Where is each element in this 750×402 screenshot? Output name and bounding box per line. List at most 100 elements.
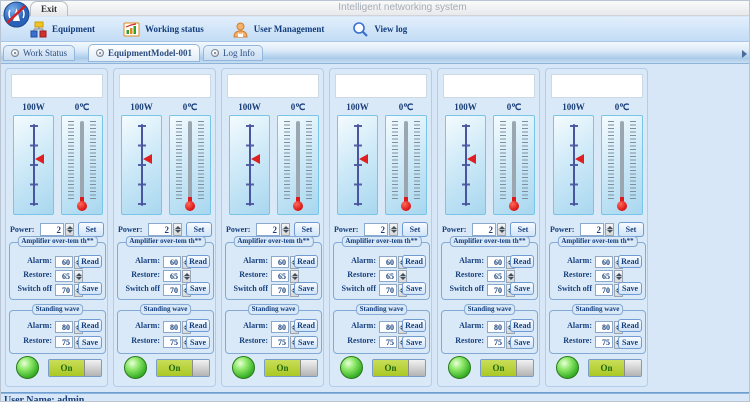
sw-read-button[interactable]: Read bbox=[294, 319, 318, 332]
sw-alarm-input[interactable] bbox=[379, 321, 397, 333]
sw-restore-input[interactable] bbox=[379, 336, 397, 348]
power-toggle[interactable]: On bbox=[372, 359, 426, 377]
toolbar-item-working-status[interactable]: Working status bbox=[123, 21, 204, 38]
tab-work-status[interactable]: Work Status bbox=[3, 45, 75, 61]
toolbar-item-equipment[interactable]: Equipment bbox=[30, 21, 95, 38]
amp-restore-input[interactable] bbox=[379, 270, 397, 282]
set-button[interactable]: Set bbox=[78, 222, 104, 237]
amp-save-button[interactable]: Save bbox=[294, 282, 318, 295]
sw-restore-input[interactable] bbox=[595, 336, 613, 348]
power-toggle[interactable]: On bbox=[48, 359, 102, 377]
readout-display-box bbox=[119, 74, 211, 98]
amp-switchoff-input[interactable] bbox=[271, 284, 289, 296]
equipment-panel: 100W 0℃ Power: Set Amplifier over-tem th… bbox=[545, 68, 648, 387]
amp-save-button[interactable]: Save bbox=[510, 282, 534, 295]
toggle-knob[interactable] bbox=[192, 360, 209, 376]
toggle-knob[interactable] bbox=[516, 360, 533, 376]
amp-alarm-input[interactable] bbox=[271, 256, 289, 268]
set-button[interactable]: Set bbox=[186, 222, 212, 237]
sw-read-button[interactable]: Read bbox=[402, 319, 426, 332]
amp-restore-input[interactable] bbox=[595, 270, 613, 282]
power-toggle[interactable]: On bbox=[156, 359, 210, 377]
amp-restore-input[interactable] bbox=[163, 270, 181, 282]
sw-save-button[interactable]: Save bbox=[186, 336, 210, 349]
sw-alarm-input[interactable] bbox=[595, 321, 613, 333]
amp-save-button[interactable]: Save bbox=[402, 282, 426, 295]
sw-save-button[interactable]: Save bbox=[618, 336, 642, 349]
amp-read-button[interactable]: Read bbox=[402, 255, 426, 268]
amp-save-button[interactable]: Save bbox=[186, 282, 210, 295]
power-spinner[interactable] bbox=[173, 223, 182, 236]
tab-equipment-model-001[interactable]: EquipmentModel-001 bbox=[88, 44, 200, 62]
sw-read-button[interactable]: Read bbox=[510, 319, 534, 332]
sw-restore-input[interactable] bbox=[487, 336, 505, 348]
thermometer-ticks-right bbox=[306, 121, 312, 201]
sw-restore-input[interactable] bbox=[55, 336, 73, 348]
set-button[interactable]: Set bbox=[510, 222, 536, 237]
amp-alarm-input[interactable] bbox=[487, 256, 505, 268]
power-gauge-track bbox=[465, 124, 467, 206]
power-input[interactable] bbox=[364, 223, 388, 236]
power-spinner[interactable] bbox=[497, 223, 506, 236]
set-button[interactable]: Set bbox=[402, 222, 428, 237]
set-button[interactable]: Set bbox=[294, 222, 320, 237]
power-toggle[interactable]: On bbox=[264, 359, 318, 377]
amp-alarm-input[interactable] bbox=[379, 256, 397, 268]
amp-read-button[interactable]: Read bbox=[618, 255, 642, 268]
power-spinner[interactable] bbox=[389, 223, 398, 236]
sw-read-button[interactable]: Read bbox=[618, 319, 642, 332]
sw-alarm-input[interactable] bbox=[55, 321, 73, 333]
amp-save-button[interactable]: Save bbox=[78, 282, 102, 295]
tab-log-info[interactable]: Log Info bbox=[203, 45, 263, 61]
amp-alarm-input[interactable] bbox=[595, 256, 613, 268]
toolbar-item-view-log[interactable]: View log bbox=[352, 21, 407, 38]
sw-restore-input[interactable] bbox=[163, 336, 181, 348]
toolbar-item-user-management[interactable]: User Management bbox=[232, 21, 325, 38]
amp-restore-input[interactable] bbox=[271, 270, 289, 282]
toggle-knob[interactable] bbox=[624, 360, 641, 376]
toggle-knob[interactable] bbox=[84, 360, 101, 376]
toolbar-label-working-status: Working status bbox=[145, 24, 204, 34]
tab-scroll-arrow-icon[interactable] bbox=[742, 50, 747, 58]
set-button[interactable]: Set bbox=[618, 222, 644, 237]
amp-restore-input[interactable] bbox=[487, 270, 505, 282]
power-input[interactable] bbox=[256, 223, 280, 236]
power-input[interactable] bbox=[40, 223, 64, 236]
power-input[interactable] bbox=[148, 223, 172, 236]
sw-restore-input[interactable] bbox=[271, 336, 289, 348]
toggle-knob[interactable] bbox=[300, 360, 317, 376]
sw-alarm-input[interactable] bbox=[163, 321, 181, 333]
amp-switchoff-input[interactable] bbox=[55, 284, 73, 296]
sw-read-button[interactable]: Read bbox=[186, 319, 210, 332]
sw-save-button[interactable]: Save bbox=[294, 336, 318, 349]
sw-save-button[interactable]: Save bbox=[78, 336, 102, 349]
tab-bar: Work Status EquipmentModel-001 Log Info bbox=[0, 42, 750, 64]
amp-read-button[interactable]: Read bbox=[186, 255, 210, 268]
sw-alarm-input[interactable] bbox=[487, 321, 505, 333]
power-spinner[interactable] bbox=[65, 223, 74, 236]
power-toggle[interactable]: On bbox=[588, 359, 642, 377]
sw-save-button[interactable]: Save bbox=[510, 336, 534, 349]
amp-save-button[interactable]: Save bbox=[618, 282, 642, 295]
amp-read-button[interactable]: Read bbox=[294, 255, 318, 268]
toggle-knob[interactable] bbox=[408, 360, 425, 376]
amp-alarm-input[interactable] bbox=[55, 256, 73, 268]
power-spinner[interactable] bbox=[605, 223, 614, 236]
exit-button[interactable]: Exit bbox=[30, 1, 68, 16]
sw-alarm-input[interactable] bbox=[271, 321, 289, 333]
amp-read-button[interactable]: Read bbox=[510, 255, 534, 268]
amp-switchoff-input[interactable] bbox=[163, 284, 181, 296]
power-spinner[interactable] bbox=[281, 223, 290, 236]
power-toggle[interactable]: On bbox=[480, 359, 534, 377]
amp-alarm-input[interactable] bbox=[163, 256, 181, 268]
amp-restore-input[interactable] bbox=[55, 270, 73, 282]
power-input[interactable] bbox=[580, 223, 604, 236]
amp-switchoff-input[interactable] bbox=[487, 284, 505, 296]
power-setting-row: Power: Set bbox=[330, 222, 433, 237]
amp-switchoff-input[interactable] bbox=[379, 284, 397, 296]
sw-save-button[interactable]: Save bbox=[402, 336, 426, 349]
power-input[interactable] bbox=[472, 223, 496, 236]
sw-read-button[interactable]: Read bbox=[78, 319, 102, 332]
amp-read-button[interactable]: Read bbox=[78, 255, 102, 268]
amp-switchoff-input[interactable] bbox=[595, 284, 613, 296]
